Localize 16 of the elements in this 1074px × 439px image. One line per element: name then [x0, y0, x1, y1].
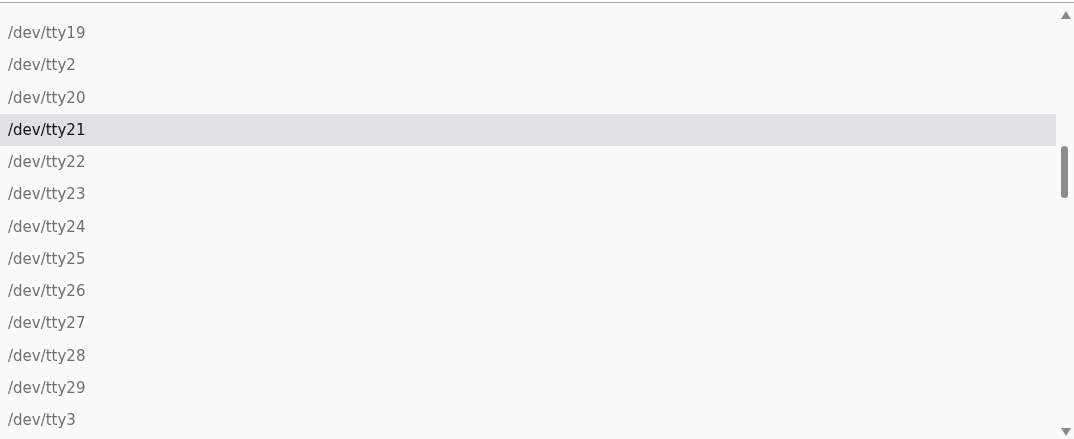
list-item[interactable]: /dev/tty22 — [0, 146, 1056, 179]
list-item[interactable]: /dev/tty27 — [0, 307, 1056, 340]
list-item[interactable]: /dev/tty25 — [0, 242, 1056, 275]
list-item[interactable]: /dev/tty20 — [0, 81, 1056, 114]
scroll-up-arrow-icon[interactable] — [1061, 11, 1071, 19]
list-item[interactable]: /dev/tty23 — [0, 178, 1056, 211]
scroll-down-arrow-icon[interactable] — [1061, 428, 1071, 436]
list-item[interactable]: /dev/tty24 — [0, 210, 1056, 243]
list-item[interactable]: /dev/tty21 — [0, 113, 1056, 146]
list-item[interactable]: /dev/tty26 — [0, 275, 1056, 308]
list-item[interactable]: /dev/tty28 — [0, 339, 1056, 372]
list-item[interactable]: /dev/tty3 — [0, 404, 1056, 437]
list-item[interactable]: /dev/tty2 — [0, 49, 1056, 82]
list-item[interactable]: /dev/tty29 — [0, 371, 1056, 404]
list-item[interactable]: /dev/tty19 — [0, 17, 1056, 50]
scrollbar-thumb[interactable] — [1061, 146, 1068, 198]
